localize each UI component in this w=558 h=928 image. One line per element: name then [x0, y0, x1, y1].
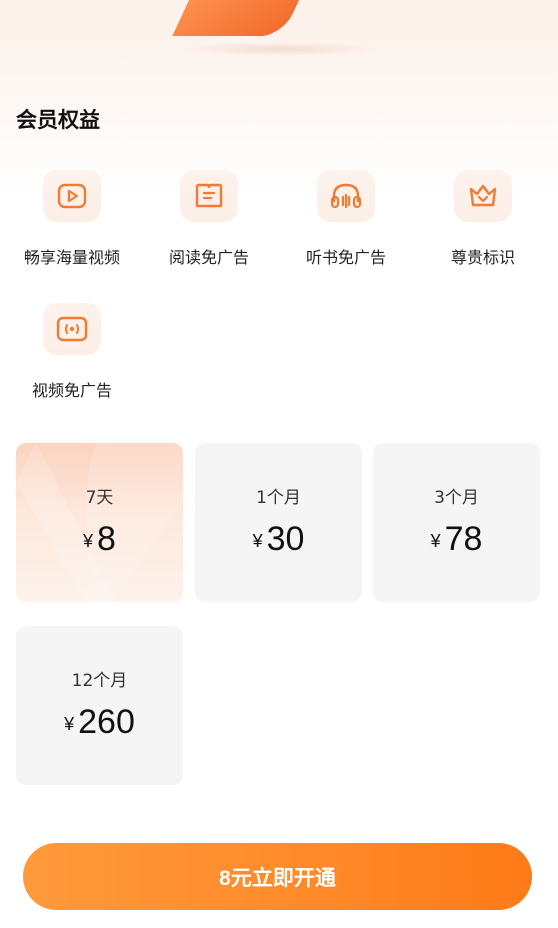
book-icon — [180, 170, 238, 222]
benefit-item-reading[interactable]: 阅读免广告 — [144, 170, 274, 268]
benefit-label: 视频免广告 — [31, 381, 112, 400]
headphones-icon — [317, 170, 375, 222]
plan-price: ¥260 — [16, 703, 183, 742]
activate-button[interactable]: 8元立即开通 — [23, 843, 532, 910]
plan-period: 7天 — [85, 488, 114, 508]
benefit-label: 听书免广告 — [305, 248, 386, 267]
video-signal-icon — [43, 303, 101, 355]
benefit-label: 畅享海量视频 — [23, 248, 120, 267]
plan-price: ¥78 — [373, 520, 540, 559]
benefit-item-badge[interactable]: 尊贵标识 — [418, 170, 548, 268]
benefit-label: 尊贵标识 — [450, 248, 515, 267]
plan-price: ¥8 — [16, 520, 183, 559]
crown-icon — [454, 170, 512, 222]
plan-period: 12个月 — [71, 671, 128, 691]
currency-symbol: ¥ — [83, 531, 94, 551]
section-title: 会员权益 — [16, 108, 100, 132]
plan-card-7days[interactable]: 7天 ¥8 — [16, 443, 183, 602]
currency-symbol: ¥ — [430, 531, 441, 551]
benefit-item-video[interactable]: 畅享海量视频 — [7, 170, 137, 268]
play-video-icon — [43, 170, 101, 222]
hero-shadow — [180, 42, 380, 56]
benefit-label: 阅读免广告 — [168, 248, 249, 267]
benefit-item-audiobook[interactable]: 听书免广告 — [281, 170, 411, 268]
benefit-item-video-noads[interactable]: 视频免广告 — [7, 303, 137, 401]
price-value: 260 — [78, 703, 135, 741]
price-value: 8 — [97, 520, 116, 558]
currency-symbol: ¥ — [252, 531, 263, 551]
plan-card-1month[interactable]: 1个月 ¥30 — [195, 443, 362, 602]
hero-decoration — [172, 0, 318, 36]
plan-period: 3个月 — [434, 488, 479, 508]
price-value: 30 — [266, 520, 305, 558]
plan-price: ¥30 — [195, 520, 362, 559]
price-value: 78 — [444, 520, 483, 558]
plan-period: 1个月 — [256, 488, 301, 508]
currency-symbol: ¥ — [64, 714, 75, 734]
plan-card-12months[interactable]: 12个月 ¥260 — [16, 626, 183, 785]
plan-card-3months[interactable]: 3个月 ¥78 — [373, 443, 540, 602]
